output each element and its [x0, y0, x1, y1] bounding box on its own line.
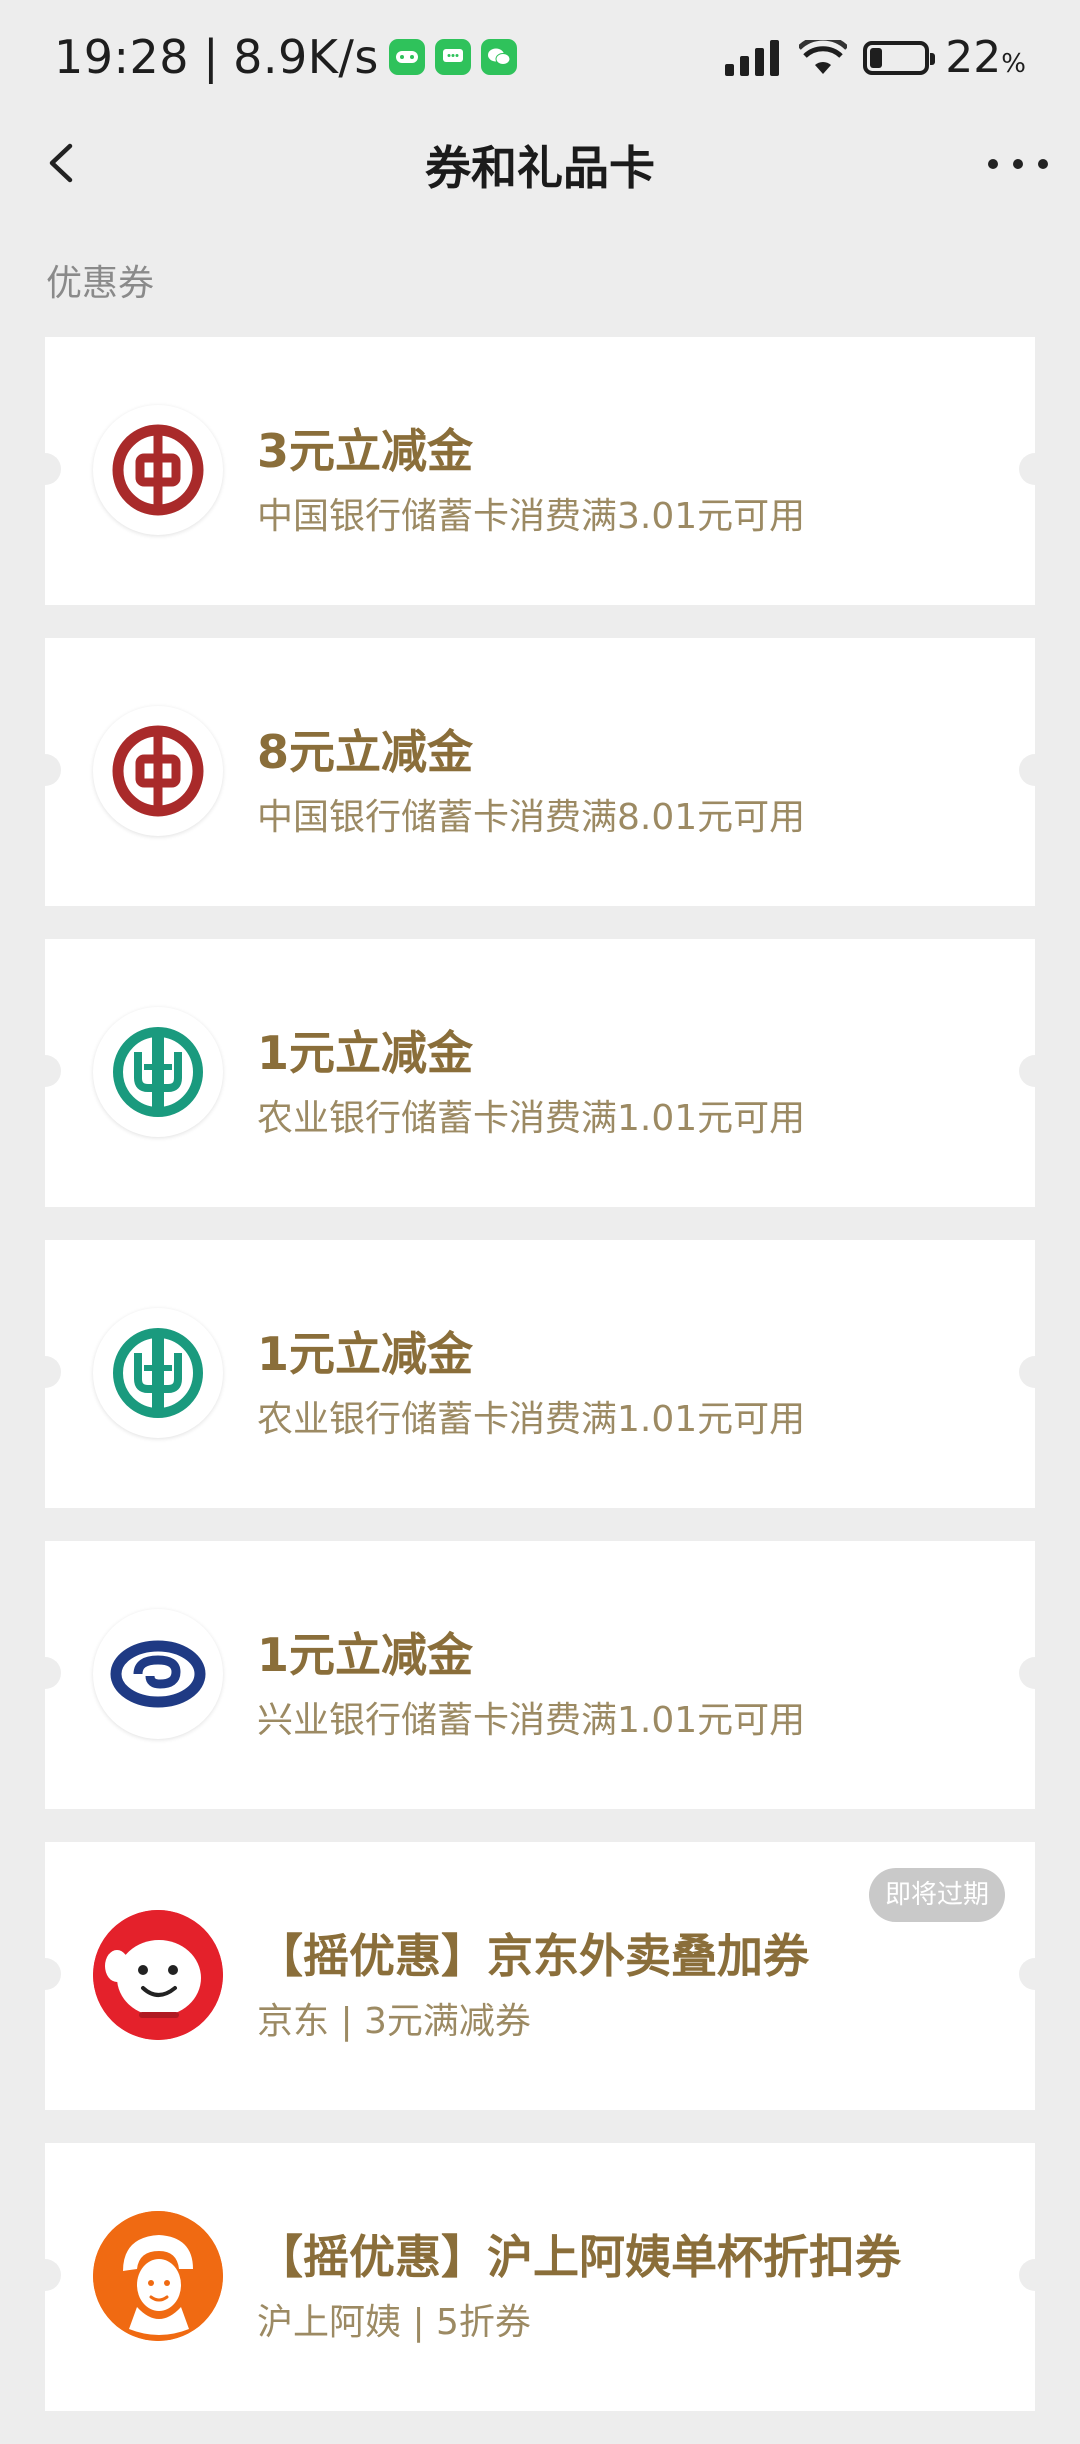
coupon-card[interactable]: 3元立减金 中国银行储蓄卡消费满3.01元可用 [29, 337, 1051, 605]
network-speed: 8.9K/s [233, 30, 379, 84]
coupon-card[interactable]: 1元立减金 农业银行储蓄卡消费满1.01元可用 [29, 939, 1051, 1207]
coupon-description: 中国银行储蓄卡消费满8.01元可用 [257, 797, 806, 838]
battery-percent: 22% [945, 32, 1026, 83]
coupon-title: 【摇优惠】京东外卖叠加券 [257, 1929, 809, 1983]
hushang-logo-icon [93, 2211, 223, 2341]
more-options-button[interactable] [988, 144, 1048, 184]
message-icon [434, 39, 471, 75]
signal-icon [725, 39, 780, 76]
abc-logo-icon [93, 1308, 223, 1438]
status-right: 22% [725, 32, 1026, 83]
coupon-description: 中国银行储蓄卡消费满3.01元可用 [257, 496, 806, 537]
boc-logo-icon [93, 405, 223, 535]
coupon-description: 农业银行储蓄卡消费满1.01元可用 [257, 1098, 806, 1139]
status-left: 19:28 | 8.9K/s [54, 30, 517, 84]
coupon-title: 1元立减金 [257, 1327, 474, 1381]
coupon-card[interactable]: 1元立减金 农业银行储蓄卡消费满1.01元可用 [29, 1240, 1051, 1508]
section-label: 优惠券 [46, 263, 155, 304]
jd-logo-icon [93, 1910, 223, 2040]
coupon-card[interactable]: 1元立减金 兴业银行储蓄卡消费满1.01元可用 [29, 1541, 1051, 1809]
coupon-title: 1元立减金 [257, 1628, 474, 1682]
coupon-title: 3元立减金 [257, 424, 474, 478]
game-icon [388, 39, 425, 75]
status-bar: 19:28 | 8.9K/s 22% [0, 0, 1080, 124]
coupon-card[interactable]: 8元立减金 中国银行储蓄卡消费满8.01元可用 [29, 638, 1051, 906]
coupon-card[interactable]: 【摇优惠】沪上阿姨单杯折扣券 沪上阿姨 | 5折券 [29, 2143, 1051, 2411]
coupon-title: 8元立减金 [257, 725, 474, 779]
wifi-icon [799, 39, 848, 74]
coupon-description: 农业银行储蓄卡消费满1.01元可用 [257, 1399, 806, 1440]
battery-icon [863, 40, 936, 75]
abc-logo-icon [93, 1007, 223, 1137]
coupon-title: 1元立减金 [257, 1026, 474, 1080]
coupon-description: 京东 | 3元满减券 [257, 2001, 531, 2042]
more-dot-icon [988, 159, 998, 169]
wechat-icon [480, 39, 517, 75]
coupon-list: 3元立减金 中国银行储蓄卡消费满3.01元可用 8元立减金 中国银行储蓄卡消费满… [29, 337, 1051, 2444]
coupon-description: 沪上阿姨 | 5折券 [257, 2302, 531, 2343]
coupon-title: 【摇优惠】沪上阿姨单杯折扣券 [257, 2230, 901, 2284]
expiring-badge: 即将过期 [868, 1868, 1005, 1922]
boc-logo-icon [93, 706, 223, 836]
cib-logo-icon [93, 1609, 223, 1739]
coupon-card[interactable]: 【摇优惠】京东外卖叠加券 京东 | 3元满减券 即将过期 [29, 1842, 1051, 2110]
status-separator: | [203, 30, 220, 84]
more-dot-icon [1013, 159, 1023, 169]
coupon-description: 兴业银行储蓄卡消费满1.01元可用 [257, 1700, 806, 1741]
more-dot-icon [1038, 159, 1048, 169]
nav-bar: 券和礼品卡 [0, 124, 1080, 202]
status-time: 19:28 [54, 30, 190, 84]
page-title: 券和礼品卡 [425, 141, 655, 195]
